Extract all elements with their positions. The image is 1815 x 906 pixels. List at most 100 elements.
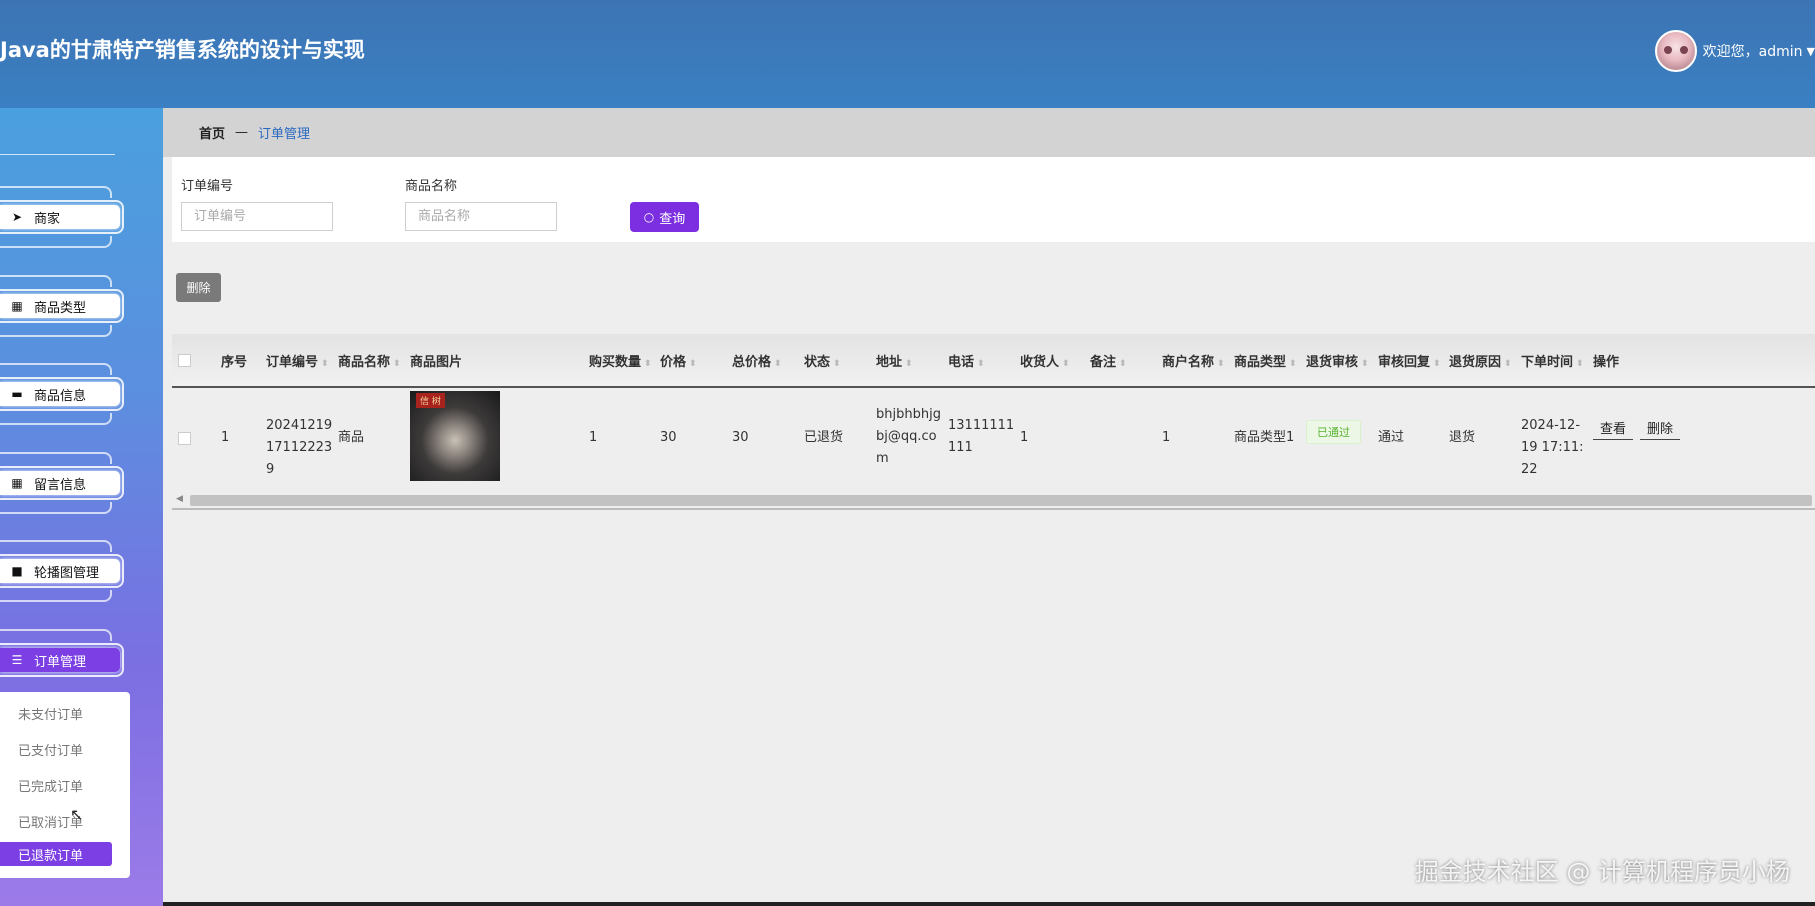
cell-index: 1: [221, 430, 230, 445]
product-name-input[interactable]: 商品名称: [405, 202, 557, 231]
search-form: 订单编号 订单编号 商品名称 商品名称 ○ 查询: [172, 157, 1815, 242]
cell-price: 30: [660, 430, 677, 445]
breadcrumb-current: 订单管理: [258, 127, 311, 142]
col-header-total[interactable]: 总价格 ⬍: [732, 351, 782, 370]
sidebar-item-messages[interactable]: ▦ 留言信息: [0, 466, 124, 500]
top-header: Java的甘肃特产销售系统的设计与实现 欢迎您，admin ▼: [0, 0, 1815, 108]
sidebar-item-label: 商品信息: [34, 388, 87, 404]
menu-frame: [0, 540, 112, 552]
sidebar-item-label: 订单管理: [34, 654, 87, 670]
horizontal-scrollbar[interactable]: ◀: [172, 492, 1815, 510]
menu-frame: [0, 452, 112, 464]
col-header-product-name[interactable]: 商品名称 ⬍: [338, 351, 401, 370]
menu-frame: [0, 502, 112, 514]
menu-frame: [0, 186, 112, 198]
cell-product-name: 商品: [338, 430, 365, 445]
welcome-text[interactable]: 欢迎您，admin: [1703, 41, 1803, 61]
batch-delete-button[interactable]: 删除: [176, 273, 221, 302]
sort-icon: ⬍: [1119, 359, 1127, 369]
breadcrumb: 首页 — 订单管理: [163, 108, 1815, 157]
slideshow-icon: ■: [11, 564, 23, 578]
sidebar-item-label: 商品类型: [34, 300, 87, 316]
col-header-address[interactable]: 地址 ⬍: [876, 351, 913, 370]
col-header-actions: 操作: [1593, 355, 1620, 370]
sidebar-item-carousel[interactable]: ■ 轮播图管理: [0, 554, 124, 588]
sidebar-item-label: 留言信息: [34, 477, 87, 493]
breadcrumb-home[interactable]: 首页: [199, 123, 225, 142]
submenu-item-completed[interactable]: 已完成订单: [18, 776, 83, 795]
col-header-merchant[interactable]: 商户名称 ⬍: [1162, 351, 1225, 370]
row-checkbox[interactable]: [178, 432, 191, 445]
sort-icon: ⬍: [1217, 359, 1225, 369]
submenu-item-unpaid[interactable]: 未支付订单: [18, 704, 83, 723]
view-button[interactable]: 查看: [1593, 418, 1634, 440]
col-header-order-time[interactable]: 下单时间 ⬍: [1521, 351, 1584, 370]
submenu-item-paid[interactable]: 已支付订单: [18, 740, 83, 759]
menu-frame: [0, 590, 112, 602]
menu-frame: [0, 325, 112, 337]
scrollbar-thumb[interactable]: [190, 495, 1812, 506]
table-header: 序号 订单编号 ⬍ 商品名称 ⬍ 商品图片 购买数量 ⬍ 价格 ⬍ 总价格 ⬍ 状态 ⬍ 地…: [172, 334, 1815, 388]
cell-review-reply: 通过: [1378, 430, 1405, 445]
grid-icon: ▦: [11, 476, 23, 490]
order-no-label: 订单编号: [181, 179, 234, 194]
col-header-phone[interactable]: 电话 ⬍: [948, 351, 985, 370]
sort-icon: ⬍: [689, 359, 697, 369]
query-button[interactable]: ○ 查询: [630, 202, 699, 232]
image-tag: 信 树: [416, 393, 445, 408]
cell-merchant: 1: [1162, 430, 1171, 445]
sort-icon: ⬍: [1433, 359, 1441, 369]
col-header-remark[interactable]: 备注 ⬍: [1090, 351, 1127, 370]
watermark: 掘金技术社区 @ 计算机程序员小杨: [1414, 858, 1790, 886]
sort-icon: ⬍: [644, 359, 652, 369]
sidebar-item-label: 商家: [34, 211, 61, 227]
delete-row-button[interactable]: 删除: [1640, 418, 1681, 440]
col-header-product-type[interactable]: 商品类型 ⬍: [1234, 351, 1297, 370]
menu-frame: [0, 413, 112, 425]
bottom-edge: [163, 902, 1815, 906]
cell-order-time: 2024-12-19 17:11:22: [1521, 418, 1584, 477]
col-header-return-reason[interactable]: 退货原因 ⬍: [1449, 351, 1512, 370]
status-badge: 已通过: [1306, 420, 1361, 444]
menu-frame: [0, 629, 112, 641]
sort-icon: ⬍: [977, 359, 985, 369]
col-header-price[interactable]: 价格 ⬍: [660, 351, 697, 370]
cell-total: 30: [732, 430, 749, 445]
sidebar-decoration: [0, 154, 115, 155]
sort-icon: ⬍: [1576, 359, 1584, 369]
col-header-product-image: 商品图片: [410, 355, 463, 370]
sidebar-item-product-type[interactable]: ▦ 商品类型: [0, 289, 124, 323]
list-icon: ☰: [11, 653, 23, 667]
product-image[interactable]: 信 树: [410, 391, 500, 481]
submenu-item-refunded[interactable]: 已退款订单: [0, 842, 112, 866]
cell-order-no: 20241219171122239: [266, 418, 333, 477]
col-header-return-review[interactable]: 退货审核 ⬍: [1306, 351, 1369, 370]
scroll-left-icon[interactable]: ◀: [176, 494, 183, 504]
sidebar-item-merchant[interactable]: ➤ 商家: [0, 200, 124, 234]
col-header-status[interactable]: 状态 ⬍: [804, 351, 841, 370]
sidebar-item-product-info[interactable]: ▬ 商品信息: [0, 377, 124, 411]
briefcase-icon: ▬: [11, 387, 23, 401]
caret-down-icon[interactable]: ▼: [1807, 45, 1815, 58]
sort-icon: ⬍: [774, 359, 782, 369]
sort-icon: ⬍: [321, 359, 329, 369]
user-avatar[interactable]: [1654, 30, 1697, 72]
cell-product-type: 商品类型1: [1234, 430, 1295, 445]
cell-receiver: 1: [1020, 430, 1029, 445]
send-icon: ➤: [11, 210, 23, 224]
sidebar-item-orders[interactable]: ☰ 订单管理: [0, 643, 124, 677]
col-header-receiver[interactable]: 收货人 ⬍: [1020, 351, 1070, 370]
col-header-order-no[interactable]: 订单编号 ⬍: [266, 351, 329, 370]
col-header-review-reply[interactable]: 审核回复 ⬍: [1378, 351, 1441, 370]
mouse-cursor-icon: ↖: [70, 805, 84, 824]
menu-frame: [0, 363, 112, 375]
sort-icon: ⬍: [1361, 359, 1369, 369]
sort-icon: ⬍: [905, 359, 913, 369]
order-no-input[interactable]: 订单编号: [181, 202, 333, 231]
select-all-checkbox[interactable]: [178, 354, 191, 367]
user-menu[interactable]: 欢迎您，admin ▼: [1654, 30, 1815, 72]
sort-icon: ⬍: [1504, 359, 1512, 369]
app-title: Java的甘肃特产销售系统的设计与实现: [0, 38, 365, 62]
col-header-quantity[interactable]: 购买数量 ⬍: [589, 351, 652, 370]
menu-frame: [0, 275, 112, 287]
